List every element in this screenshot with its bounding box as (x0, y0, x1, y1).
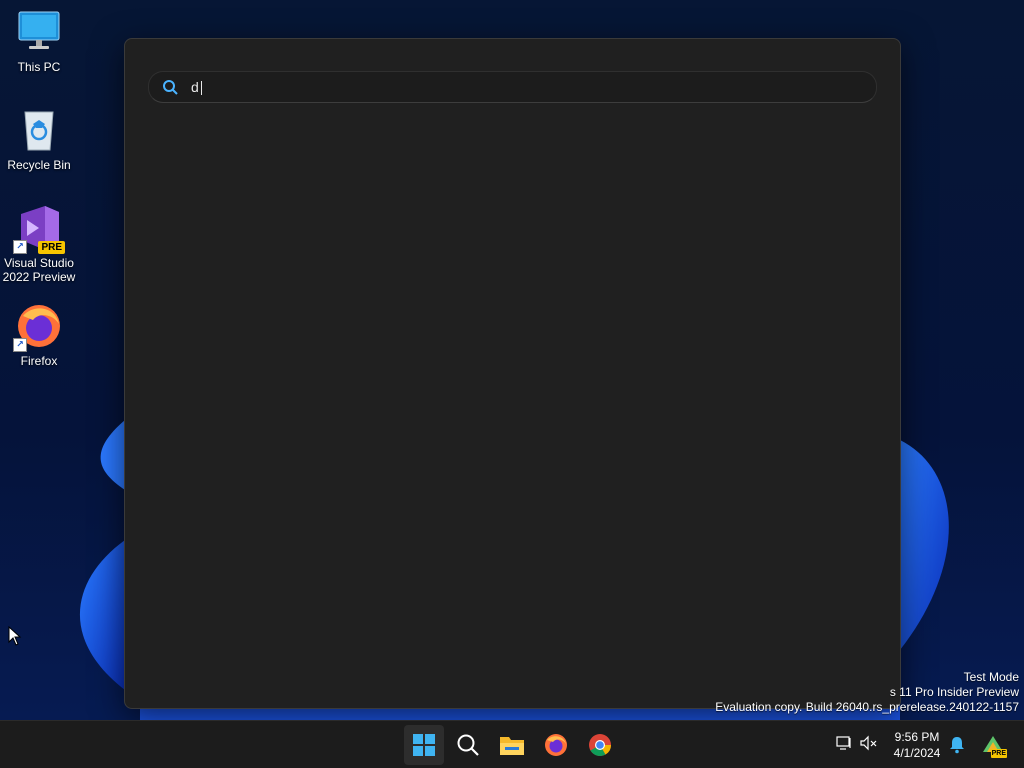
taskbar: 9:56 PM 4/1/2024 PRE (0, 720, 1024, 768)
desktop-icon-label: Firefox (20, 354, 58, 368)
taskbar-search-button[interactable] (448, 725, 488, 765)
file-explorer-icon (500, 737, 524, 755)
desktop-icon-label: This PC (17, 60, 61, 74)
start-icon (413, 734, 435, 756)
pre-badge: PRE (38, 241, 65, 254)
desktop-icon-visual-studio[interactable]: PRE ↗ Visual Studio 2022 Preview (0, 204, 78, 284)
desktop-icon-firefox[interactable]: ↗ Firefox (0, 302, 78, 368)
desktop-icon-this-pc[interactable]: This PC (0, 8, 78, 74)
visual-studio-icon: PRE ↗ (13, 204, 65, 254)
monitor-icon (15, 8, 63, 56)
recycle-bin-icon (15, 106, 63, 154)
text-caret (201, 81, 202, 95)
shortcut-arrow-icon: ↗ (13, 338, 27, 352)
search-flyout (124, 38, 901, 709)
firefox-taskbar-button[interactable] (536, 725, 576, 765)
clock-time: 9:56 PM (894, 730, 940, 744)
search-input[interactable] (191, 76, 851, 98)
file-explorer-button[interactable] (492, 725, 532, 765)
desktop-icon-recycle-bin[interactable]: Recycle Bin (0, 106, 78, 172)
desktop-watermark: Test Mode s 11 Pro Insider Preview Evalu… (715, 670, 1019, 715)
network-icon[interactable] (836, 735, 852, 751)
watermark-line-2: s 11 Pro Insider Preview (889, 685, 1019, 699)
search-box[interactable] (148, 71, 877, 103)
firefox-icon (545, 734, 567, 756)
shortcut-arrow-icon: ↗ (13, 240, 27, 254)
taskbar-clock[interactable]: 9:56 PM 4/1/2024 (884, 729, 950, 761)
notification-bell-icon[interactable] (949, 736, 965, 754)
desktop-icon-label: Visual Studio 2022 Preview (2, 256, 76, 284)
clock-date: 4/1/2024 (893, 746, 941, 760)
desktop-icon-label: Recycle Bin (7, 158, 71, 172)
watermark-line-1: Test Mode (963, 670, 1019, 684)
watermark-line-3: Evaluation copy. Build 26040.rs_prerelea… (715, 700, 1019, 714)
firefox-icon: ↗ (13, 302, 63, 352)
dev-home-pre-icon[interactable]: PRE (980, 732, 1007, 758)
search-icon (163, 80, 178, 95)
volume-muted-icon[interactable] (860, 735, 878, 751)
chrome-icon (589, 734, 611, 756)
search-icon (457, 734, 479, 756)
start-button[interactable] (404, 725, 444, 765)
pre-badge: PRE (990, 749, 1007, 758)
mouse-cursor-icon (8, 626, 22, 646)
chrome-taskbar-button[interactable] (580, 725, 620, 765)
